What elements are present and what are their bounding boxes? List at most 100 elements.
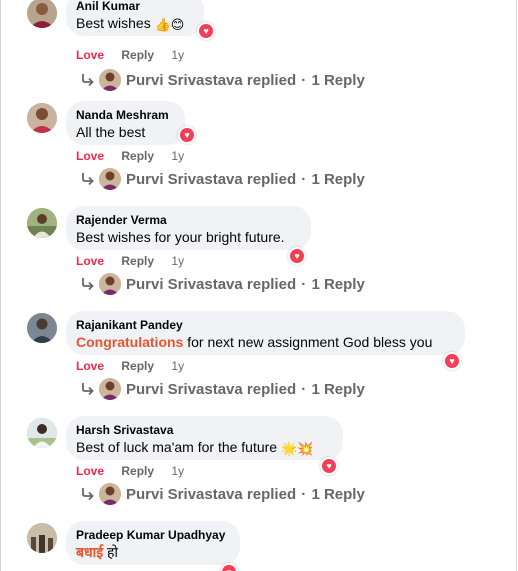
reply-button[interactable]: Reply [121, 149, 154, 163]
reply-summary: Purvi Srivastava replied · 1 Reply [126, 72, 365, 89]
comment-actions: Love Reply 1y [76, 48, 184, 62]
reply-avatar [99, 69, 121, 91]
love-button[interactable]: Love [76, 48, 104, 62]
love-button[interactable]: Love [76, 254, 104, 268]
heart-icon[interactable]: ♥ [220, 563, 238, 571]
reply-count: 1 Reply [311, 276, 365, 293]
reply-arrow-icon [82, 383, 94, 396]
heart-icon[interactable]: ♥ [197, 22, 215, 40]
heart-glyph: ♥ [180, 128, 194, 142]
comment-emojis: 👍😊 [154, 17, 185, 32]
reply-button[interactable]: Reply [121, 464, 154, 478]
comment-bubble: Anil Kumar Best wishes 👍😊 [66, 0, 204, 36]
reply-label: replied [246, 276, 297, 293]
heart-icon[interactable]: ♥ [288, 247, 306, 265]
reply-avatar [99, 378, 121, 400]
avatar[interactable] [27, 0, 57, 28]
comment: Pradeep Kumar Upadhyay बधाई हो ♥ [0, 521, 518, 571]
comment-author[interactable]: Pradeep Kumar Upadhyay [76, 528, 228, 543]
comment-text: Best of luck ma'am for the future 🌟💥 [76, 438, 331, 458]
reply-button[interactable]: Reply [121, 359, 154, 373]
comment-author[interactable]: Anil Kumar [76, 0, 192, 14]
comment: Harsh Srivastava Best of luck ma'am for … [0, 416, 518, 521]
comment-text: All the best [76, 124, 146, 140]
heart-icon[interactable]: ♥ [178, 126, 196, 144]
comment-text-main: for next new assignment God bless you [183, 334, 433, 350]
avatar[interactable] [27, 103, 57, 133]
reply-arrow-icon [82, 173, 94, 186]
reply-button[interactable]: Reply [121, 254, 154, 268]
heart-glyph: ♥ [445, 354, 459, 368]
avatar[interactable] [27, 418, 57, 448]
comment-text-main: हो [103, 544, 119, 560]
reply-avatar [99, 483, 121, 505]
comment-text: Best wishes 👍😊 [76, 14, 192, 34]
reply-arrow-icon [82, 278, 94, 291]
comment-actions: Love Reply 1y [76, 254, 184, 268]
avatar[interactable] [27, 523, 57, 553]
comment-time[interactable]: 1y [171, 149, 184, 163]
comment-emojis: 🌟💥 [280, 441, 314, 456]
reply-author: Purvi Srivastava [126, 486, 243, 503]
comment: Nanda Meshram All the best ♥ Love Reply … [0, 101, 518, 206]
comment-author[interactable]: Rajender Verma [76, 213, 299, 228]
comment-time[interactable]: 1y [171, 359, 184, 373]
comment: Rajender Verma Best wishes for your brig… [0, 206, 518, 311]
avatar[interactable] [27, 313, 57, 343]
comment-text-main: Best wishes [76, 15, 155, 31]
comment-time[interactable]: 1y [171, 48, 184, 62]
comment-bubble: Nanda Meshram All the best [66, 101, 185, 145]
comment-bubble: Pradeep Kumar Upadhyay बधाई हो [66, 521, 240, 565]
comment-actions: Love Reply 1y [76, 359, 184, 373]
reply-avatar [99, 273, 121, 295]
love-button[interactable]: Love [76, 464, 104, 478]
comment-bubble: Rajender Verma Best wishes for your brig… [66, 206, 311, 250]
heart-glyph: ♥ [322, 459, 336, 473]
comment-author[interactable]: Rajanikant Pandey [76, 318, 453, 333]
heart-glyph: ♥ [199, 24, 213, 38]
comment-time[interactable]: 1y [171, 254, 184, 268]
reply-count: 1 Reply [311, 486, 365, 503]
comment-bubble: Rajanikant Pandey Congratulations for ne… [66, 311, 465, 355]
comment-text: बधाई हो [76, 543, 228, 562]
reply-author: Purvi Srivastava [126, 171, 243, 188]
reply-avatar [99, 168, 121, 190]
avatar[interactable] [27, 208, 57, 238]
reply-summary: Purvi Srivastava replied · 1 Reply [126, 171, 365, 188]
comment: Anil Kumar Best wishes 👍😊 ♥ Love Reply 1… [0, 0, 518, 97]
comment-text-main: Best of luck ma'am for the future [76, 439, 281, 455]
comment-author[interactable]: Harsh Srivastava [76, 423, 331, 438]
reply-author: Purvi Srivastava [126, 381, 243, 398]
reply-summary: Purvi Srivastava replied · 1 Reply [126, 381, 365, 398]
comment-text: Congratulations for next new assignment … [76, 333, 453, 352]
comment-time[interactable]: 1y [171, 464, 184, 478]
reply-count: 1 Reply [311, 381, 365, 398]
comment-actions: Love Reply 1y [76, 464, 184, 478]
comment-actions: Love Reply 1y [76, 149, 184, 163]
reply-label: replied [246, 381, 297, 398]
reply-count: 1 Reply [311, 72, 365, 89]
reply-summary: Purvi Srivastava replied · 1 Reply [126, 276, 365, 293]
reply-count: 1 Reply [311, 171, 365, 188]
reply-arrow-icon [82, 74, 94, 87]
reply-author: Purvi Srivastava [126, 276, 243, 293]
comment-text: Best wishes for your bright future. [76, 229, 285, 245]
heart-icon[interactable]: ♥ [320, 457, 338, 475]
reply-label: replied [246, 171, 297, 188]
reply-button[interactable]: Reply [121, 48, 154, 62]
comment: Rajanikant Pandey Congratulations for ne… [0, 311, 518, 416]
heart-icon[interactable]: ♥ [443, 352, 461, 370]
love-button[interactable]: Love [76, 359, 104, 373]
heart-glyph: ♥ [290, 249, 304, 263]
reply-arrow-icon [82, 488, 94, 501]
comment-bubble: Harsh Srivastava Best of luck ma'am for … [66, 416, 343, 460]
reply-label: replied [246, 486, 297, 503]
heart-glyph: ♥ [222, 565, 236, 571]
comment-highlight[interactable]: Congratulations [76, 334, 183, 350]
love-button[interactable]: Love [76, 149, 104, 163]
reply-label: replied [246, 72, 297, 89]
comment-author[interactable]: Nanda Meshram [76, 108, 173, 123]
reply-summary: Purvi Srivastava replied · 1 Reply [126, 486, 365, 503]
comment-highlight[interactable]: बधाई [76, 544, 103, 560]
reply-author: Purvi Srivastava [126, 72, 243, 89]
